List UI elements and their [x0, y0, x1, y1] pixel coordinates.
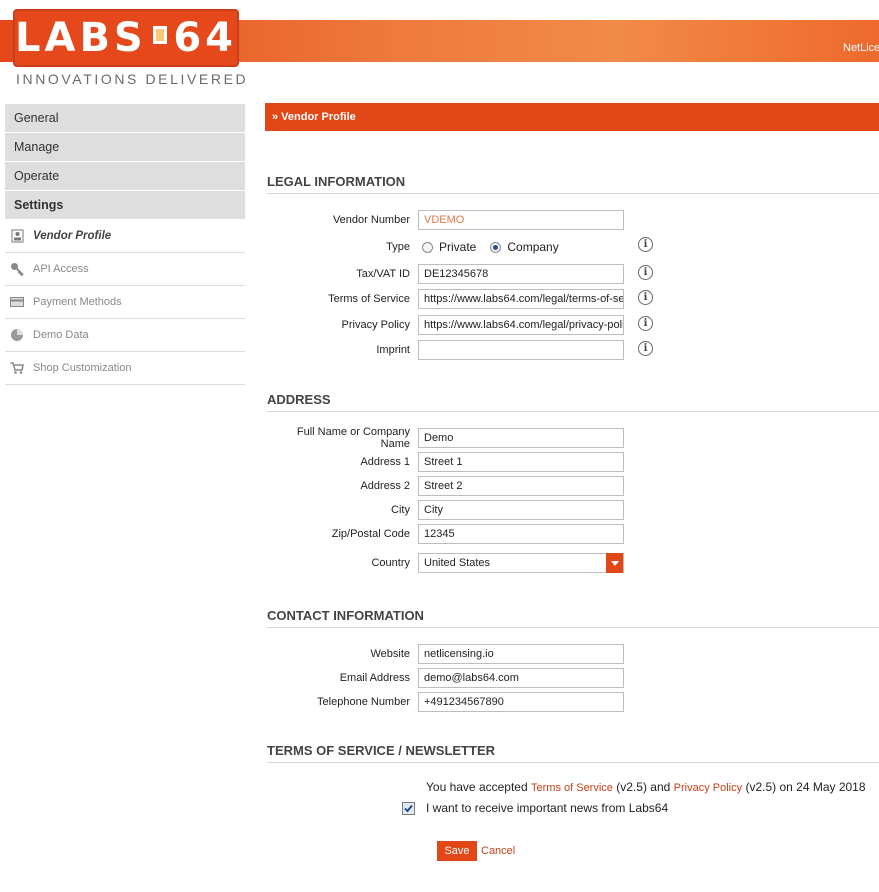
address1-input[interactable]: Street 1	[418, 452, 624, 472]
email-input[interactable]: demo@labs64.com	[418, 668, 624, 688]
logo-separator-icon	[152, 26, 168, 44]
privacy-url-input[interactable]: https://www.labs64.com/legal/privacy-pol…	[418, 315, 624, 335]
website-input[interactable]: netlicensing.io	[418, 644, 624, 664]
phone-label: Telephone Number	[317, 696, 410, 708]
sidebar-subitem-label: Shop Customization	[33, 362, 132, 374]
section-heading-address: ADDRESS	[267, 392, 879, 412]
privacy-label: Privacy Policy	[341, 319, 410, 331]
terms-info-icon[interactable]: i	[638, 290, 653, 305]
email-row: Email Address demo@labs64.com	[265, 668, 624, 688]
company-name-input[interactable]: Demo	[418, 428, 624, 448]
user-account-link[interactable]: NetLicensing	[843, 42, 879, 54]
zip-label: Zip/Postal Code	[331, 528, 410, 540]
newsletter-label[interactable]: I want to receive important news from La…	[426, 801, 668, 815]
profile-icon	[10, 229, 24, 243]
cart-icon	[10, 361, 24, 375]
address1-label: Address 1	[360, 456, 410, 468]
type-company-label[interactable]: Company	[507, 240, 558, 254]
terms-version-text: (v2.5) and	[616, 780, 671, 794]
key-icon	[10, 262, 24, 276]
imprint-label: Imprint	[376, 344, 410, 356]
sidebar-subitem-api-access[interactable]: API Access	[5, 253, 245, 286]
city-row: City City	[265, 500, 624, 520]
terms-label: Terms of Service	[328, 293, 410, 305]
demo-icon	[10, 328, 24, 342]
logo-tagline: INNOVATIONS DELIVERED	[16, 71, 249, 87]
type-company-radio[interactable]	[490, 241, 502, 253]
country-label: Country	[371, 557, 410, 569]
country-row: Country United States	[265, 553, 624, 573]
tos-accepted-prefix: You have accepted	[426, 780, 528, 794]
tax-id-input[interactable]: DE12345678	[418, 264, 624, 284]
cancel-link[interactable]: Cancel	[481, 845, 515, 857]
section-heading-legal: LEGAL INFORMATION	[267, 174, 879, 194]
terms-row: Terms of Service https://www.labs64.com/…	[265, 289, 624, 309]
vendor-number-row: Vendor Number VDEMO	[265, 210, 624, 230]
privacy-policy-link[interactable]: Privacy Policy	[674, 782, 742, 794]
phone-row: Telephone Number +491234567890	[265, 692, 624, 712]
sidebar-subitem-label: API Access	[33, 263, 89, 275]
sidebar-subitem-vendor-profile[interactable]: Vendor Profile	[5, 220, 245, 253]
chevron-down-icon[interactable]	[606, 553, 623, 573]
zip-input[interactable]: 12345	[418, 524, 624, 544]
type-private-label[interactable]: Private	[439, 240, 476, 254]
privacy-info-icon[interactable]: i	[638, 316, 653, 331]
zip-row: Zip/Postal Code 12345	[265, 524, 624, 544]
country-select[interactable]: United States	[418, 553, 624, 573]
section-heading-tos: TERMS OF SERVICE / NEWSLETTER	[267, 743, 879, 763]
website-row: Website netlicensing.io	[265, 644, 624, 664]
terms-url-input[interactable]: https://www.labs64.com/legal/terms-of-se…	[418, 289, 624, 309]
sidebar-subitem-demo-data[interactable]: Demo Data	[5, 319, 245, 352]
address1-row: Address 1 Street 1	[265, 452, 624, 472]
sidebar-subitem-label: Demo Data	[33, 329, 89, 341]
sidebar-item-manage[interactable]: Manage	[5, 133, 245, 162]
address2-label: Address 2	[360, 480, 410, 492]
vendor-number-label: Vendor Number	[332, 214, 410, 226]
email-label: Email Address	[339, 672, 410, 684]
sidebar-item-general[interactable]: General	[5, 104, 245, 133]
vendor-number-field: VDEMO	[418, 210, 624, 230]
type-info-icon[interactable]: i	[638, 237, 653, 252]
section-heading-contact: CONTACT INFORMATION	[267, 608, 879, 628]
city-input[interactable]: City	[418, 500, 624, 520]
sidebar-subitem-label: Vendor Profile	[33, 230, 112, 242]
website-label: Website	[370, 648, 410, 660]
privacy-version-text: (v2.5) on 24 May 2018	[745, 780, 866, 794]
phone-input[interactable]: +491234567890	[418, 692, 624, 712]
name-row: Full Name or Company Name Demo	[265, 426, 624, 450]
labs64-logo[interactable]: LABS 64	[13, 9, 239, 67]
type-private-radio[interactable]	[422, 241, 433, 253]
logo-text-right: 64	[173, 15, 237, 61]
imprint-input[interactable]	[418, 340, 624, 360]
name-label: Full Name or Company Name	[296, 426, 410, 450]
tax-row: Tax/VAT ID DE12345678	[265, 264, 624, 284]
sidebar-subitem-shop-customization[interactable]: Shop Customization	[5, 352, 245, 385]
tax-info-icon[interactable]: i	[638, 265, 653, 280]
privacy-row: Privacy Policy https://www.labs64.com/le…	[265, 315, 624, 335]
imprint-row: Imprint	[265, 340, 624, 360]
newsletter-checkbox[interactable]	[402, 802, 415, 815]
terms-of-service-link[interactable]: Terms of Service	[531, 782, 613, 794]
logo-text-left: LABS	[15, 15, 147, 61]
tos-accepted-text: You have accepted Terms of Service (v2.5…	[426, 780, 866, 794]
address2-input[interactable]: Street 2	[418, 476, 624, 496]
type-label: Type	[386, 241, 410, 253]
sidebar-subitem-label: Payment Methods	[33, 296, 122, 308]
checkmark-icon	[404, 804, 413, 813]
card-icon	[10, 295, 24, 309]
sidebar-subitem-payment-methods[interactable]: Payment Methods	[5, 286, 245, 319]
sidebar: General Manage Operate Settings Vendor P…	[5, 104, 245, 385]
type-row: Type Private Company	[265, 237, 573, 257]
imprint-info-icon[interactable]: i	[638, 341, 653, 356]
country-selected-value: United States	[424, 557, 491, 569]
city-label: City	[391, 504, 410, 516]
sidebar-item-operate[interactable]: Operate	[5, 162, 245, 191]
save-button[interactable]: Save	[437, 841, 477, 861]
page-title-banner: » Vendor Profile	[265, 103, 879, 131]
sidebar-item-settings[interactable]: Settings	[5, 191, 245, 220]
address2-row: Address 2 Street 2	[265, 476, 624, 496]
tax-label: Tax/VAT ID	[356, 268, 410, 280]
